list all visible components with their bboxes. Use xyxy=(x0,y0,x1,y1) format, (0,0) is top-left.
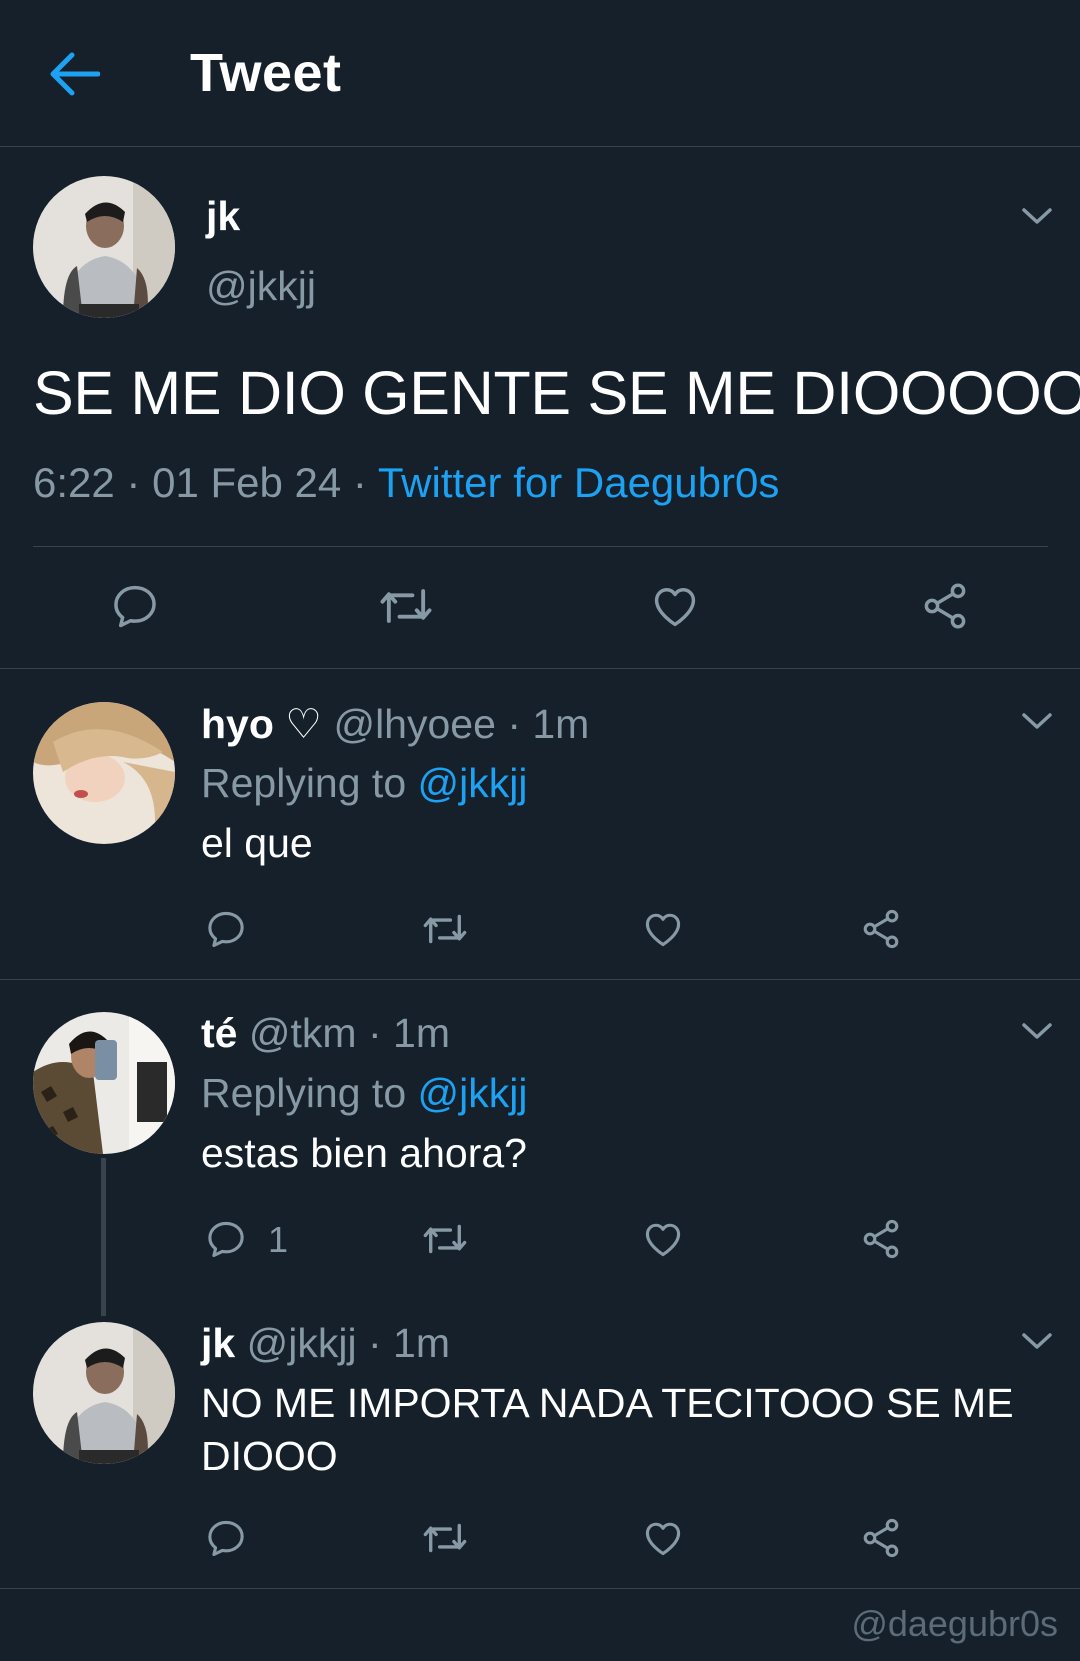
divider xyxy=(0,668,1080,669)
reply-text: el que xyxy=(201,820,313,866)
reply-header: té @tkm · 1m xyxy=(201,1010,450,1057)
meta-separator: · xyxy=(367,1320,382,1366)
reply-time: 1m xyxy=(393,1010,450,1056)
tweet-time: 6:22 xyxy=(33,459,115,506)
divider xyxy=(33,546,1048,547)
reply-author-name[interactable]: hyo ♡ xyxy=(201,701,322,747)
reply-count: 1 xyxy=(268,1219,289,1260)
avatar[interactable] xyxy=(33,702,175,844)
share-icon xyxy=(924,583,966,629)
like-button[interactable] xyxy=(648,580,702,632)
reply-header: hyo ♡ @lhyoee · 1m xyxy=(201,700,589,748)
share-button[interactable] xyxy=(918,580,972,632)
avatar[interactable] xyxy=(33,176,175,318)
replying-to: Replying to @jkkjj xyxy=(201,1070,527,1117)
retweet-button[interactable] xyxy=(420,1217,470,1261)
share-icon xyxy=(863,909,899,949)
share-button[interactable] xyxy=(858,1217,904,1261)
thread-connector xyxy=(101,1158,106,1316)
reply-button[interactable] xyxy=(204,1217,248,1261)
reply-author-handle[interactable]: @lhyoee xyxy=(333,701,495,747)
reply-text-line-1: NO ME IMPORTA NADA TECITOOO SE ME xyxy=(201,1380,1014,1426)
chevron-down-icon[interactable] xyxy=(1020,1330,1054,1352)
replying-label: Replying to xyxy=(201,1070,407,1116)
heart-icon xyxy=(654,588,696,627)
like-button[interactable] xyxy=(640,1217,686,1261)
chevron-down-icon[interactable] xyxy=(1020,1020,1054,1042)
meta-separator: · xyxy=(367,1010,382,1056)
avatar[interactable] xyxy=(33,1012,175,1154)
heart-icon xyxy=(645,1223,681,1257)
retweet-icon xyxy=(380,589,432,623)
reply-icon xyxy=(114,585,156,628)
reply-button[interactable] xyxy=(109,580,161,632)
reply-header: jk @jkkjj · 1m xyxy=(201,1320,450,1367)
replying-to-handle[interactable]: @jkkjj xyxy=(418,760,528,806)
divider xyxy=(0,1588,1080,1589)
like-button[interactable] xyxy=(640,907,686,951)
tweet-text: SE ME DIO GENTE SE ME DIOOOOO xyxy=(33,359,1080,427)
reply-author-name[interactable]: jk xyxy=(201,1320,235,1366)
replying-to: Replying to @jkkjj xyxy=(201,760,527,807)
meta-separator: · xyxy=(507,701,521,747)
reply-icon xyxy=(208,1520,244,1557)
reply-text: estas bien ahora? xyxy=(201,1130,527,1176)
tweet-date: 01 Feb 24 xyxy=(152,459,342,506)
reply-author-handle[interactable]: @tkm xyxy=(249,1010,357,1056)
retweet-button[interactable] xyxy=(376,580,436,632)
meta-separator: · xyxy=(126,459,141,506)
reply-text-line-2: DIOOO xyxy=(201,1433,338,1479)
share-icon xyxy=(863,1518,899,1558)
page-title: Tweet xyxy=(190,43,342,103)
share-icon xyxy=(863,1219,899,1259)
top-bar: Tweet xyxy=(0,0,1080,147)
tweet-meta: 6:22 · 01 Feb 24 · Twitter for Daegubr0s xyxy=(33,459,779,507)
avatar[interactable] xyxy=(33,1322,175,1464)
meta-separator: · xyxy=(352,459,367,506)
replying-label: Replying to xyxy=(201,760,407,806)
reply-time: 1m xyxy=(532,701,590,747)
tweet-source-link[interactable]: Twitter for Daegubr0s xyxy=(378,459,780,506)
retweet-icon xyxy=(423,1224,467,1254)
retweet-button[interactable] xyxy=(420,907,470,951)
retweet-icon xyxy=(423,914,467,944)
reply-icon xyxy=(208,911,244,948)
reply-author-name[interactable]: té xyxy=(201,1010,237,1056)
reply-icon xyxy=(208,1221,244,1258)
share-button[interactable] xyxy=(858,907,904,951)
retweet-icon xyxy=(423,1523,467,1553)
author-handle[interactable]: @jkkjj xyxy=(206,263,316,310)
arrow-left-icon[interactable] xyxy=(48,50,100,98)
divider xyxy=(0,979,1080,980)
reply-time: 1m xyxy=(393,1320,450,1366)
like-button[interactable] xyxy=(640,1516,686,1560)
reply-author-handle[interactable]: @jkkjj xyxy=(247,1320,357,1366)
heart-icon xyxy=(645,1522,681,1556)
reply-button[interactable] xyxy=(204,907,248,951)
reply-button[interactable] xyxy=(204,1516,248,1560)
share-button[interactable] xyxy=(858,1516,904,1560)
heart-icon xyxy=(645,913,681,947)
author-name[interactable]: jk xyxy=(206,193,240,240)
retweet-button[interactable] xyxy=(420,1516,470,1560)
chevron-down-icon[interactable] xyxy=(1020,205,1054,227)
replying-to-handle[interactable]: @jkkjj xyxy=(418,1070,528,1116)
chevron-down-icon[interactable] xyxy=(1020,710,1054,732)
watermark: @daegubr0s xyxy=(851,1603,1058,1644)
